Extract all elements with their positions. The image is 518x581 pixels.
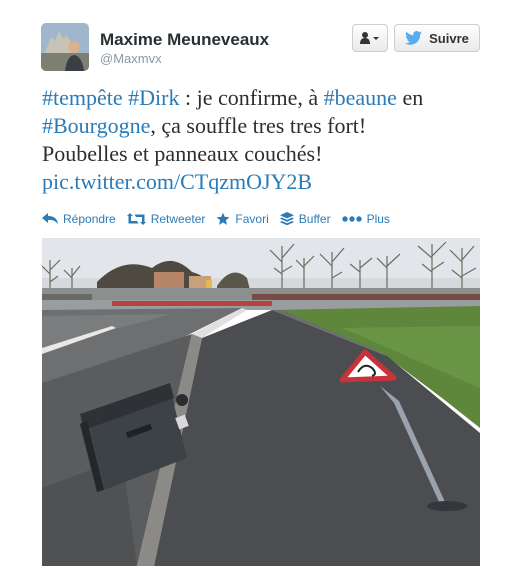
- tweet-text-segment: , ça souffle tres tres fort!: [150, 113, 367, 138]
- hashtag-bourgogne[interactable]: #Bourgogne: [42, 113, 150, 138]
- reply-label: Répondre: [63, 212, 116, 226]
- reply-icon: [42, 213, 58, 224]
- more-dots-icon: [341, 216, 362, 222]
- retweet-icon: [126, 213, 146, 225]
- retweet-label: Retweeter: [150, 212, 206, 226]
- retweet-action[interactable]: Retweeter: [126, 212, 206, 226]
- tweet-line-3: Poubelles et panneaux couchés!: [42, 141, 323, 166]
- follow-label: Suivre: [429, 30, 469, 46]
- hashtag-tempete[interactable]: #tempête: [42, 85, 123, 110]
- tweet-text: #tempête #Dirk : je confirme, à #beaune …: [42, 84, 492, 196]
- photo-link[interactable]: pic.twitter.com/CTqzmOJY2B: [42, 169, 312, 194]
- user-actions-button[interactable]: [352, 24, 388, 52]
- favorite-action[interactable]: Favori: [216, 212, 269, 226]
- hashtag-dirk[interactable]: #Dirk: [128, 85, 179, 110]
- attached-photo[interactable]: [42, 238, 480, 566]
- buffer-label: Buffer: [298, 212, 331, 226]
- tweet-line-4: pic.twitter.com/CTqzmOJY2B: [42, 168, 492, 196]
- tweet-text-segment: en: [396, 85, 424, 110]
- tweet-line-1: #tempête #Dirk : je confirme, à #beaune …: [42, 84, 492, 112]
- favorite-label: Favori: [235, 212, 269, 226]
- tweet-text-segment: : je confirme, à: [179, 85, 324, 110]
- twitter-bird-icon: [405, 31, 423, 45]
- author-handle[interactable]: @Maxmvx: [100, 51, 162, 66]
- tweet-card: Maxime Meuneveaux @Maxmvx Suivre #tempêt…: [0, 0, 518, 581]
- author-name[interactable]: Maxime Meuneveaux: [100, 30, 269, 50]
- reply-action[interactable]: Répondre: [42, 212, 116, 226]
- avatar[interactable]: [41, 23, 89, 71]
- star-icon: [217, 212, 230, 225]
- user-dropdown-icon: [360, 32, 379, 44]
- more-label: Plus: [366, 212, 390, 226]
- buffer-icon: [279, 212, 294, 226]
- more-action[interactable]: Plus: [341, 212, 390, 226]
- tweet-actions: Répondre Retweeter Favori Buffer Plus: [42, 209, 401, 229]
- tweet-line-2: #Bourgogne, ça souffle tres tres fort!: [42, 112, 492, 140]
- hashtag-beaune[interactable]: #beaune: [324, 85, 397, 110]
- follow-button[interactable]: Suivre: [394, 24, 480, 52]
- buffer-action[interactable]: Buffer: [279, 212, 331, 226]
